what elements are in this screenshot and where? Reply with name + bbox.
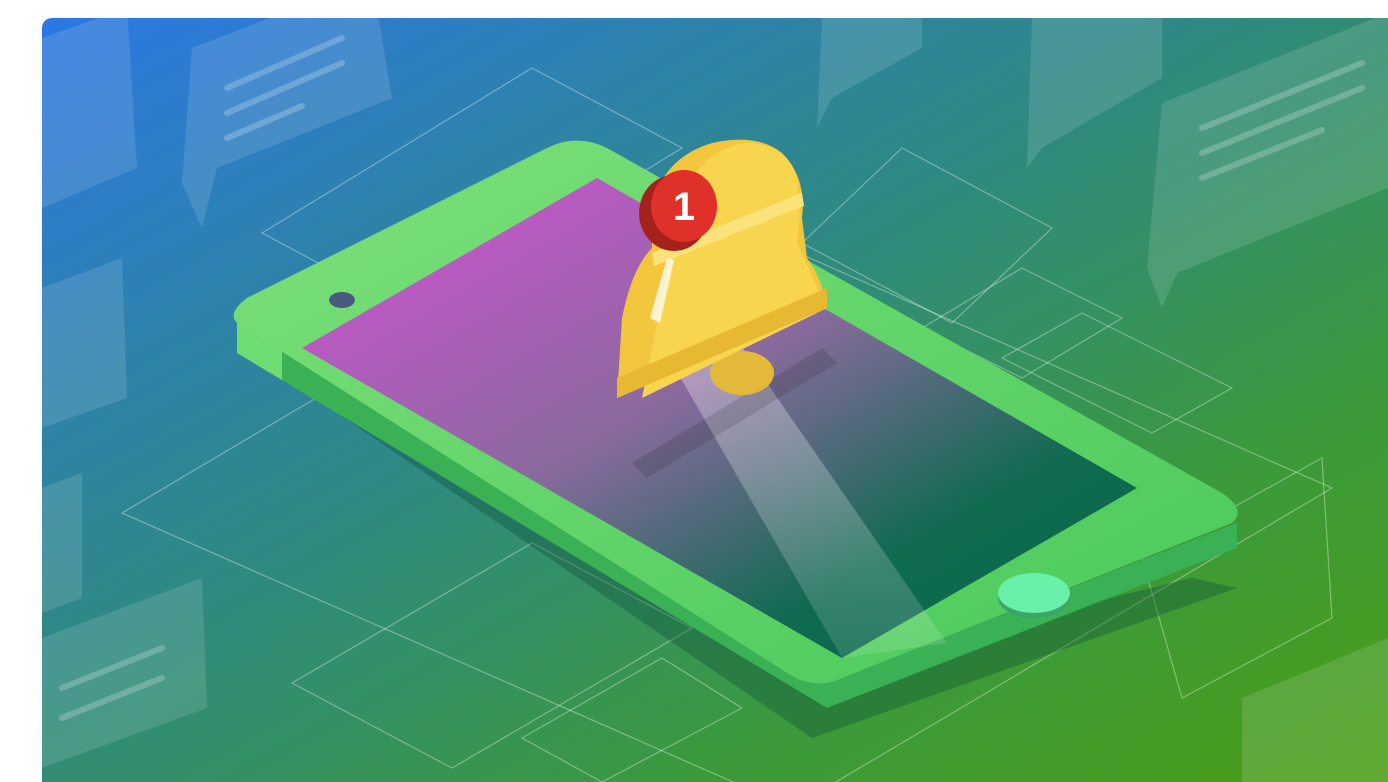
front-camera bbox=[329, 292, 355, 308]
notification-illustration: 1 bbox=[42, 18, 1388, 782]
badge-count: 1 bbox=[673, 185, 695, 229]
hero-illustration-card: 1 bbox=[42, 18, 1388, 782]
home-button bbox=[998, 573, 1070, 613]
